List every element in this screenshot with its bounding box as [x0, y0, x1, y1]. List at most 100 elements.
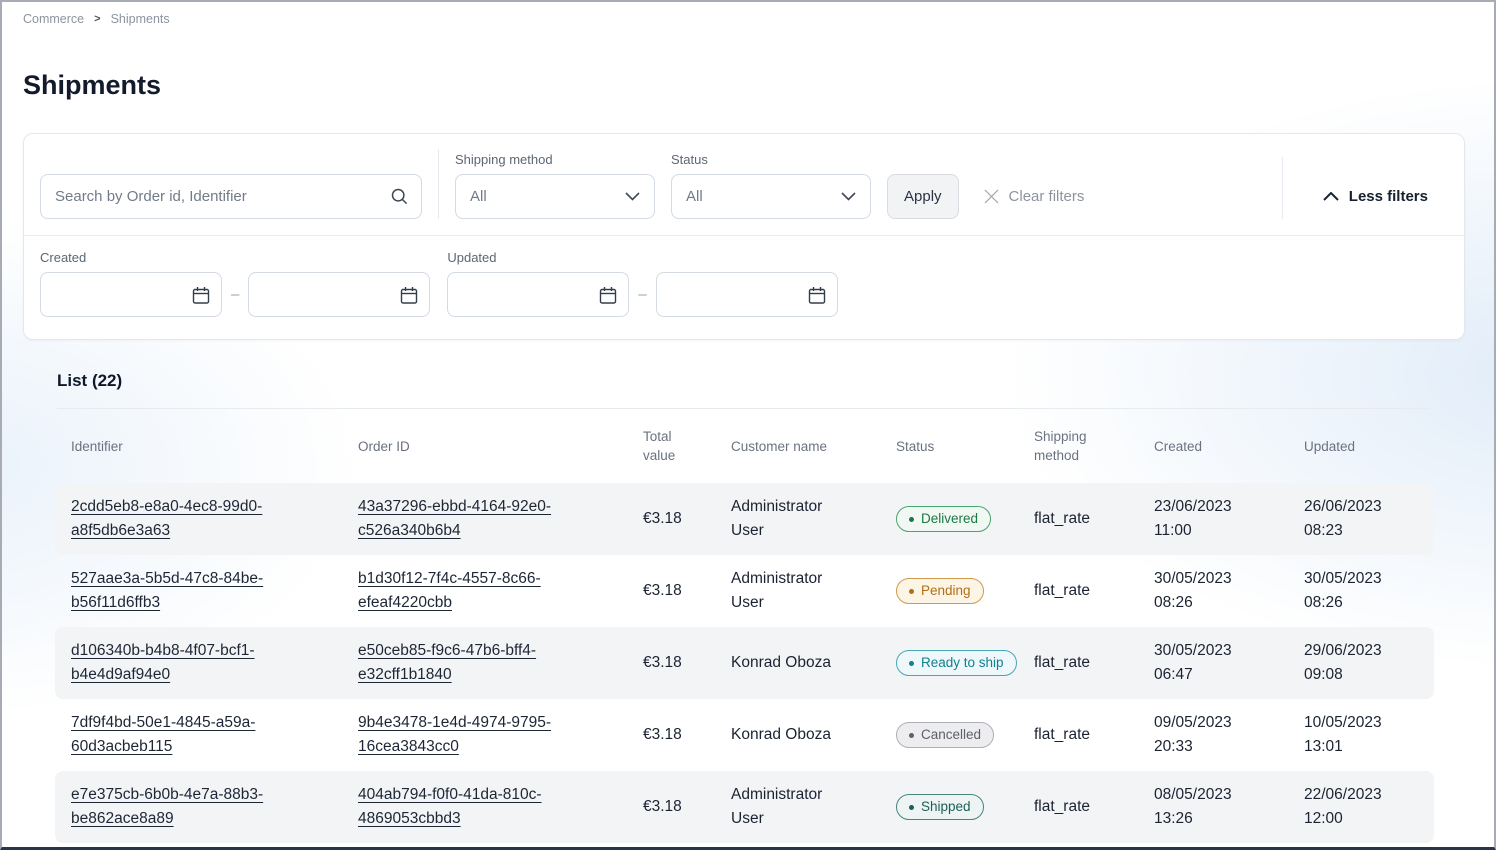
column-header-created: Created — [1154, 437, 1304, 456]
table-row: 7df9f4bd-50e1-4845-a59a-60d3acbeb115 9b4… — [55, 699, 1434, 771]
status-dot-icon — [909, 589, 914, 594]
apply-button[interactable]: Apply — [887, 174, 959, 219]
order-id-link[interactable]: 43a37296-ebbd-4164-92e0-c526a340b6b4 — [358, 495, 588, 543]
total-value: €3.18 — [643, 726, 682, 743]
created-cell: 23/06/2023 11:00 — [1154, 495, 1304, 543]
less-filters-toggle[interactable]: Less filters — [1323, 174, 1428, 219]
table-row: d106340b-b4b8-4f07-bcf1-b4e4d9af94e0 e50… — [55, 627, 1434, 699]
order-id-link[interactable]: 404ab794-f0f0-41da-810c-4869053cbbd3 — [358, 783, 588, 831]
total-value-cell: €3.18 — [643, 723, 731, 747]
status-label: Shipped — [921, 795, 971, 819]
chevron-up-icon — [1323, 192, 1339, 201]
table-row: 527aae3a-5b5d-47c8-84be-b56f11d6ffb3 b1d… — [55, 555, 1434, 627]
status-cell: Pending — [896, 578, 1034, 605]
clear-filters-button[interactable]: Clear filters — [983, 174, 1085, 219]
updated-date: 26/06/2023 — [1304, 495, 1424, 519]
identifier-cell: 2cdd5eb8-e8a0-4ec8-99d0-a8f5db6e3a63 — [71, 495, 358, 543]
status-badge: Delivered — [896, 506, 991, 532]
updated-time: 09:08 — [1304, 663, 1424, 687]
table-row: e7e375cb-6b0b-4e7a-88b3-be862ace8a89 404… — [55, 771, 1434, 843]
created-date: 09/05/2023 — [1154, 711, 1294, 735]
status-dot-icon — [909, 805, 914, 810]
status-badge: Shipped — [896, 794, 984, 820]
shipping-method-label: Shipping method — [455, 152, 655, 167]
column-header-updated: Updated — [1304, 437, 1434, 456]
customer-name-cell: Konrad Oboza — [731, 723, 896, 747]
updated-to-input[interactable] — [657, 273, 837, 316]
created-from-input[interactable] — [41, 273, 221, 316]
status-select[interactable]: All — [671, 174, 871, 219]
column-header-customer-name: Customer name — [731, 437, 896, 456]
shipping-method-cell: flat_rate — [1034, 507, 1154, 531]
total-value: €3.18 — [643, 510, 682, 527]
identifier-cell: 7df9f4bd-50e1-4845-a59a-60d3acbeb115 — [71, 711, 358, 759]
updated-date: 10/05/2023 — [1304, 711, 1424, 735]
customer-name: Administrator User — [731, 495, 843, 543]
created-time: 13:26 — [1154, 807, 1294, 831]
status-badge: Ready to ship — [896, 650, 1017, 676]
shipping-method-cell: flat_rate — [1034, 795, 1154, 819]
created-time: 06:47 — [1154, 663, 1294, 687]
shipping-method-cell: flat_rate — [1034, 651, 1154, 675]
customer-name-cell: Administrator User — [731, 783, 896, 831]
created-date: 23/06/2023 — [1154, 495, 1294, 519]
identifier-link[interactable]: 7df9f4bd-50e1-4845-a59a-60d3acbeb115 — [71, 711, 301, 759]
created-to-field — [248, 272, 430, 317]
updated-time: 12:00 — [1304, 807, 1424, 831]
table-row: 2cdd5eb8-e8a0-4ec8-99d0-a8f5db6e3a63 43a… — [55, 483, 1434, 555]
identifier-link[interactable]: 527aae3a-5b5d-47c8-84be-b56f11d6ffb3 — [71, 567, 301, 615]
status-cell: Delivered — [896, 506, 1034, 533]
identifier-link[interactable]: d106340b-b4b8-4f07-bcf1-b4e4d9af94e0 — [71, 639, 301, 687]
created-date-filter: Created – — [40, 250, 430, 317]
shipping-method: flat_rate — [1034, 582, 1090, 599]
updated-cell: 10/05/2023 13:01 — [1304, 711, 1434, 759]
identifier-link[interactable]: 2cdd5eb8-e8a0-4ec8-99d0-a8f5db6e3a63 — [71, 495, 301, 543]
status-cell: Shipped — [896, 794, 1034, 821]
column-header-total-value: Total value — [643, 427, 731, 465]
status-label: Ready to ship — [921, 651, 1004, 675]
updated-time: 08:26 — [1304, 591, 1424, 615]
status-dot-icon — [909, 517, 914, 522]
updated-from-field — [447, 272, 629, 317]
status-badge: Cancelled — [896, 722, 994, 748]
status-cell: Cancelled — [896, 722, 1034, 749]
search-input[interactable] — [40, 174, 422, 219]
order-id-cell: 404ab794-f0f0-41da-810c-4869053cbbd3 — [358, 783, 643, 831]
created-time: 11:00 — [1154, 519, 1294, 543]
order-id-link[interactable]: b1d30f12-7f4c-4557-8c66-efeaf4220cbb — [358, 567, 588, 615]
updated-from-input[interactable] — [448, 273, 628, 316]
breadcrumb-commerce[interactable]: Commerce — [23, 12, 84, 26]
updated-date: 29/06/2023 — [1304, 639, 1424, 663]
shipping-method-select[interactable]: All — [455, 174, 655, 219]
chevron-down-icon — [841, 192, 856, 201]
customer-name-cell: Administrator User — [731, 495, 896, 543]
status-filter: Status All — [671, 152, 871, 219]
updated-date-filter: Updated – — [447, 250, 837, 317]
shipments-table: Identifier Order ID Total value Customer… — [55, 409, 1434, 843]
shipping-method: flat_rate — [1034, 654, 1090, 671]
order-id-link[interactable]: e50ceb85-f9c6-47b6-bff4-e32cff1b1840 — [358, 639, 588, 687]
updated-date: 22/06/2023 — [1304, 783, 1424, 807]
created-date: 30/05/2023 — [1154, 639, 1294, 663]
column-header-status: Status — [896, 437, 1034, 456]
total-value-cell: €3.18 — [643, 579, 731, 603]
column-header-order-id: Order ID — [358, 437, 643, 456]
identifier-cell: 527aae3a-5b5d-47c8-84be-b56f11d6ffb3 — [71, 567, 358, 615]
status-value: All — [686, 188, 703, 205]
identifier-link[interactable]: e7e375cb-6b0b-4e7a-88b3-be862ace8a89 — [71, 783, 301, 831]
column-header-identifier: Identifier — [71, 437, 358, 456]
search-icon — [390, 187, 409, 206]
updated-time: 08:23 — [1304, 519, 1424, 543]
order-id-link[interactable]: 9b4e3478-1e4d-4974-9795-16cea3843cc0 — [358, 711, 588, 759]
created-cell: 09/05/2023 20:33 — [1154, 711, 1304, 759]
shipping-method-value: All — [470, 188, 487, 205]
status-label: Cancelled — [921, 723, 981, 747]
created-to-input[interactable] — [249, 273, 429, 316]
total-value-cell: €3.18 — [643, 507, 731, 531]
shipping-method-cell: flat_rate — [1034, 579, 1154, 603]
total-value-cell: €3.18 — [643, 795, 731, 819]
created-time: 20:33 — [1154, 735, 1294, 759]
customer-name: Administrator User — [731, 567, 843, 615]
shipping-method: flat_rate — [1034, 798, 1090, 815]
total-value: €3.18 — [643, 582, 682, 599]
